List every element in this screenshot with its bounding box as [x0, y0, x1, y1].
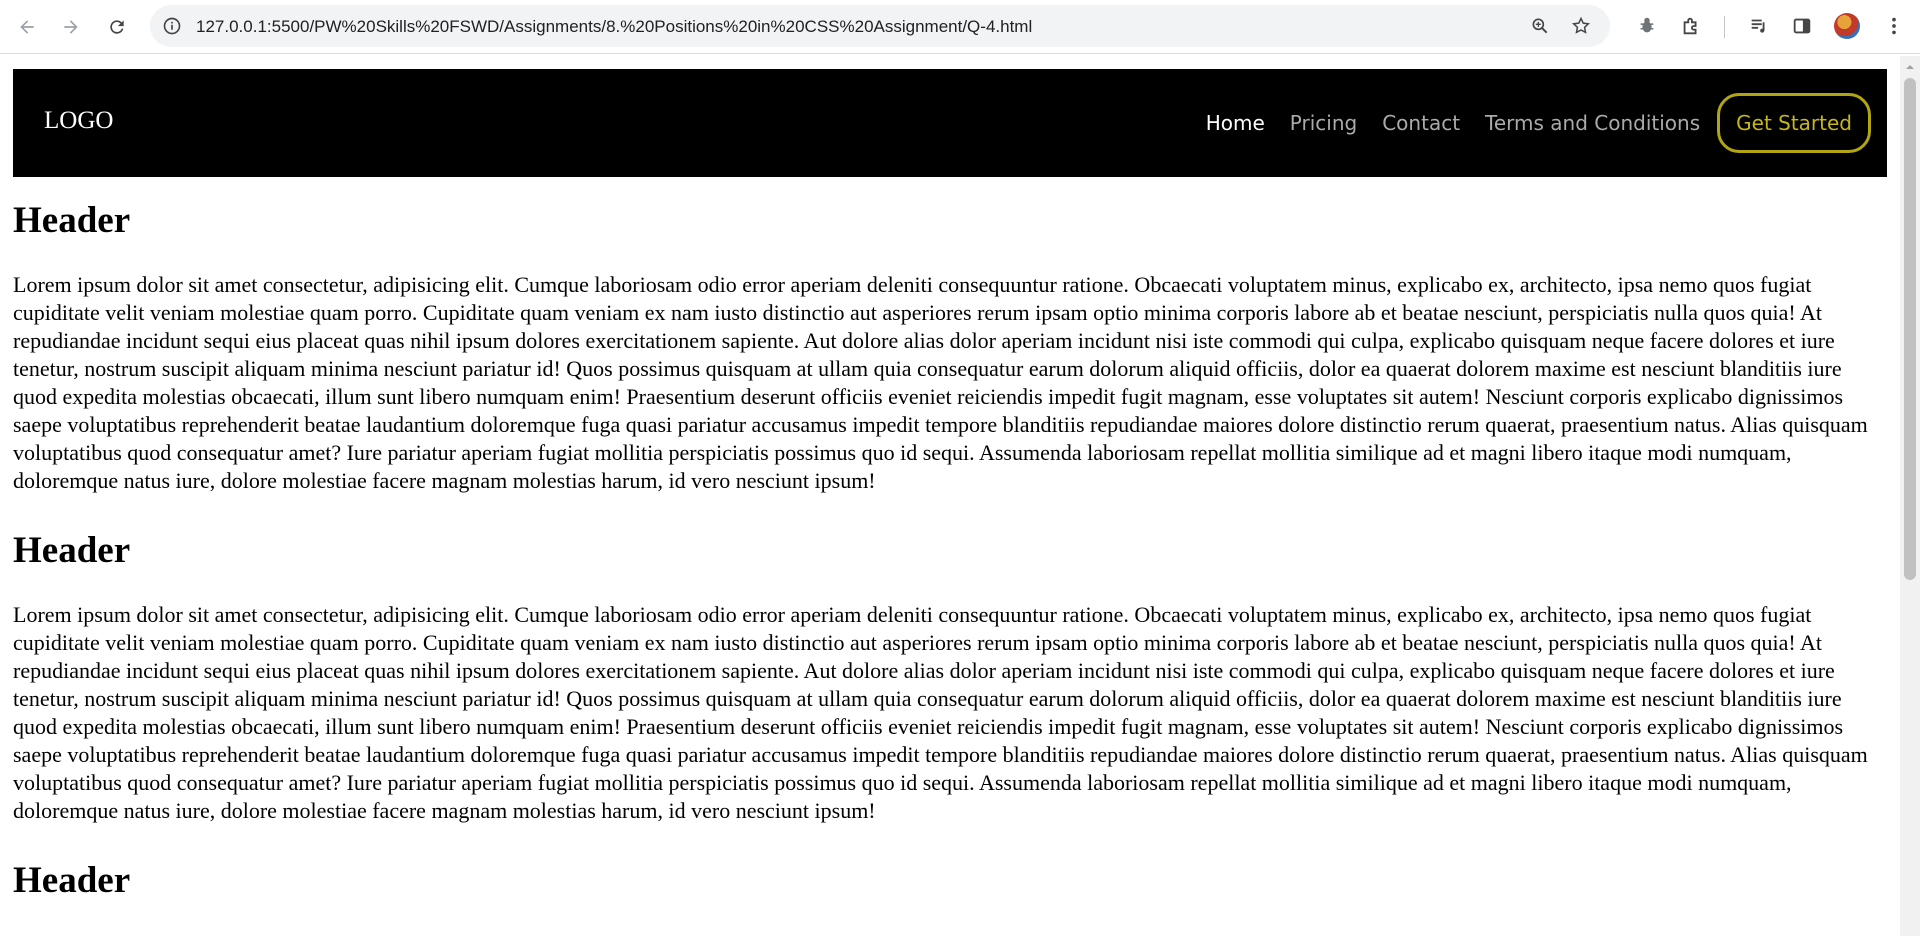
- forward-arrow-icon[interactable]: [56, 12, 86, 42]
- nav-link-home[interactable]: Home: [1206, 111, 1265, 135]
- browser-toolbar: 127.0.0.1:5500/PW%20Skills%20FSWD/Assign…: [0, 0, 1920, 54]
- back-arrow-icon[interactable]: [12, 12, 42, 42]
- vertical-scrollbar[interactable]: [1900, 56, 1920, 936]
- media-queue-icon[interactable]: [1748, 15, 1770, 37]
- section-heading: Header: [13, 530, 131, 571]
- address-bar[interactable]: 127.0.0.1:5500/PW%20Skills%20FSWD/Assign…: [150, 5, 1610, 47]
- page-content: Header Lorem ipsum dolor sit amet consec…: [13, 199, 1887, 931]
- scrollbar-thumb[interactable]: [1904, 78, 1916, 580]
- section-heading: Header: [13, 860, 131, 901]
- page-viewport: LOGO Home Pricing Contact Terms and Cond…: [0, 56, 1900, 936]
- section-paragraph: Lorem ipsum dolor sit amet consectetur, …: [13, 272, 1868, 493]
- section-heading: Header: [13, 200, 131, 241]
- nav-link-pricing[interactable]: Pricing: [1290, 111, 1357, 135]
- nav-link-terms[interactable]: Terms and Conditions: [1485, 111, 1700, 135]
- extensions-puzzle-icon[interactable]: [1680, 15, 1702, 37]
- nav-link-contact[interactable]: Contact: [1382, 111, 1460, 135]
- zoom-icon[interactable]: [1530, 16, 1550, 36]
- side-panel-icon[interactable]: [1791, 15, 1813, 37]
- reload-icon[interactable]: [102, 12, 132, 42]
- kebab-menu-icon[interactable]: [1883, 15, 1905, 37]
- site-logo[interactable]: LOGO: [44, 107, 113, 135]
- url-text[interactable]: 127.0.0.1:5500/PW%20Skills%20FSWD/Assign…: [196, 17, 1032, 37]
- star-icon[interactable]: [1571, 16, 1591, 36]
- nav-menu: Home Pricing Contact Terms and Condition…: [1206, 69, 1887, 177]
- profile-avatar[interactable]: [1834, 13, 1860, 39]
- toolbar-divider: [1724, 16, 1725, 38]
- site-info-icon[interactable]: [162, 16, 182, 36]
- extension-bug-icon[interactable]: [1636, 15, 1658, 37]
- scroll-up-arrow-icon[interactable]: [1905, 62, 1915, 72]
- get-started-button[interactable]: Get Started: [1717, 93, 1871, 153]
- site-navbar: LOGO Home Pricing Contact Terms and Cond…: [13, 69, 1887, 177]
- section-paragraph: Lorem ipsum dolor sit amet consectetur, …: [13, 602, 1868, 823]
